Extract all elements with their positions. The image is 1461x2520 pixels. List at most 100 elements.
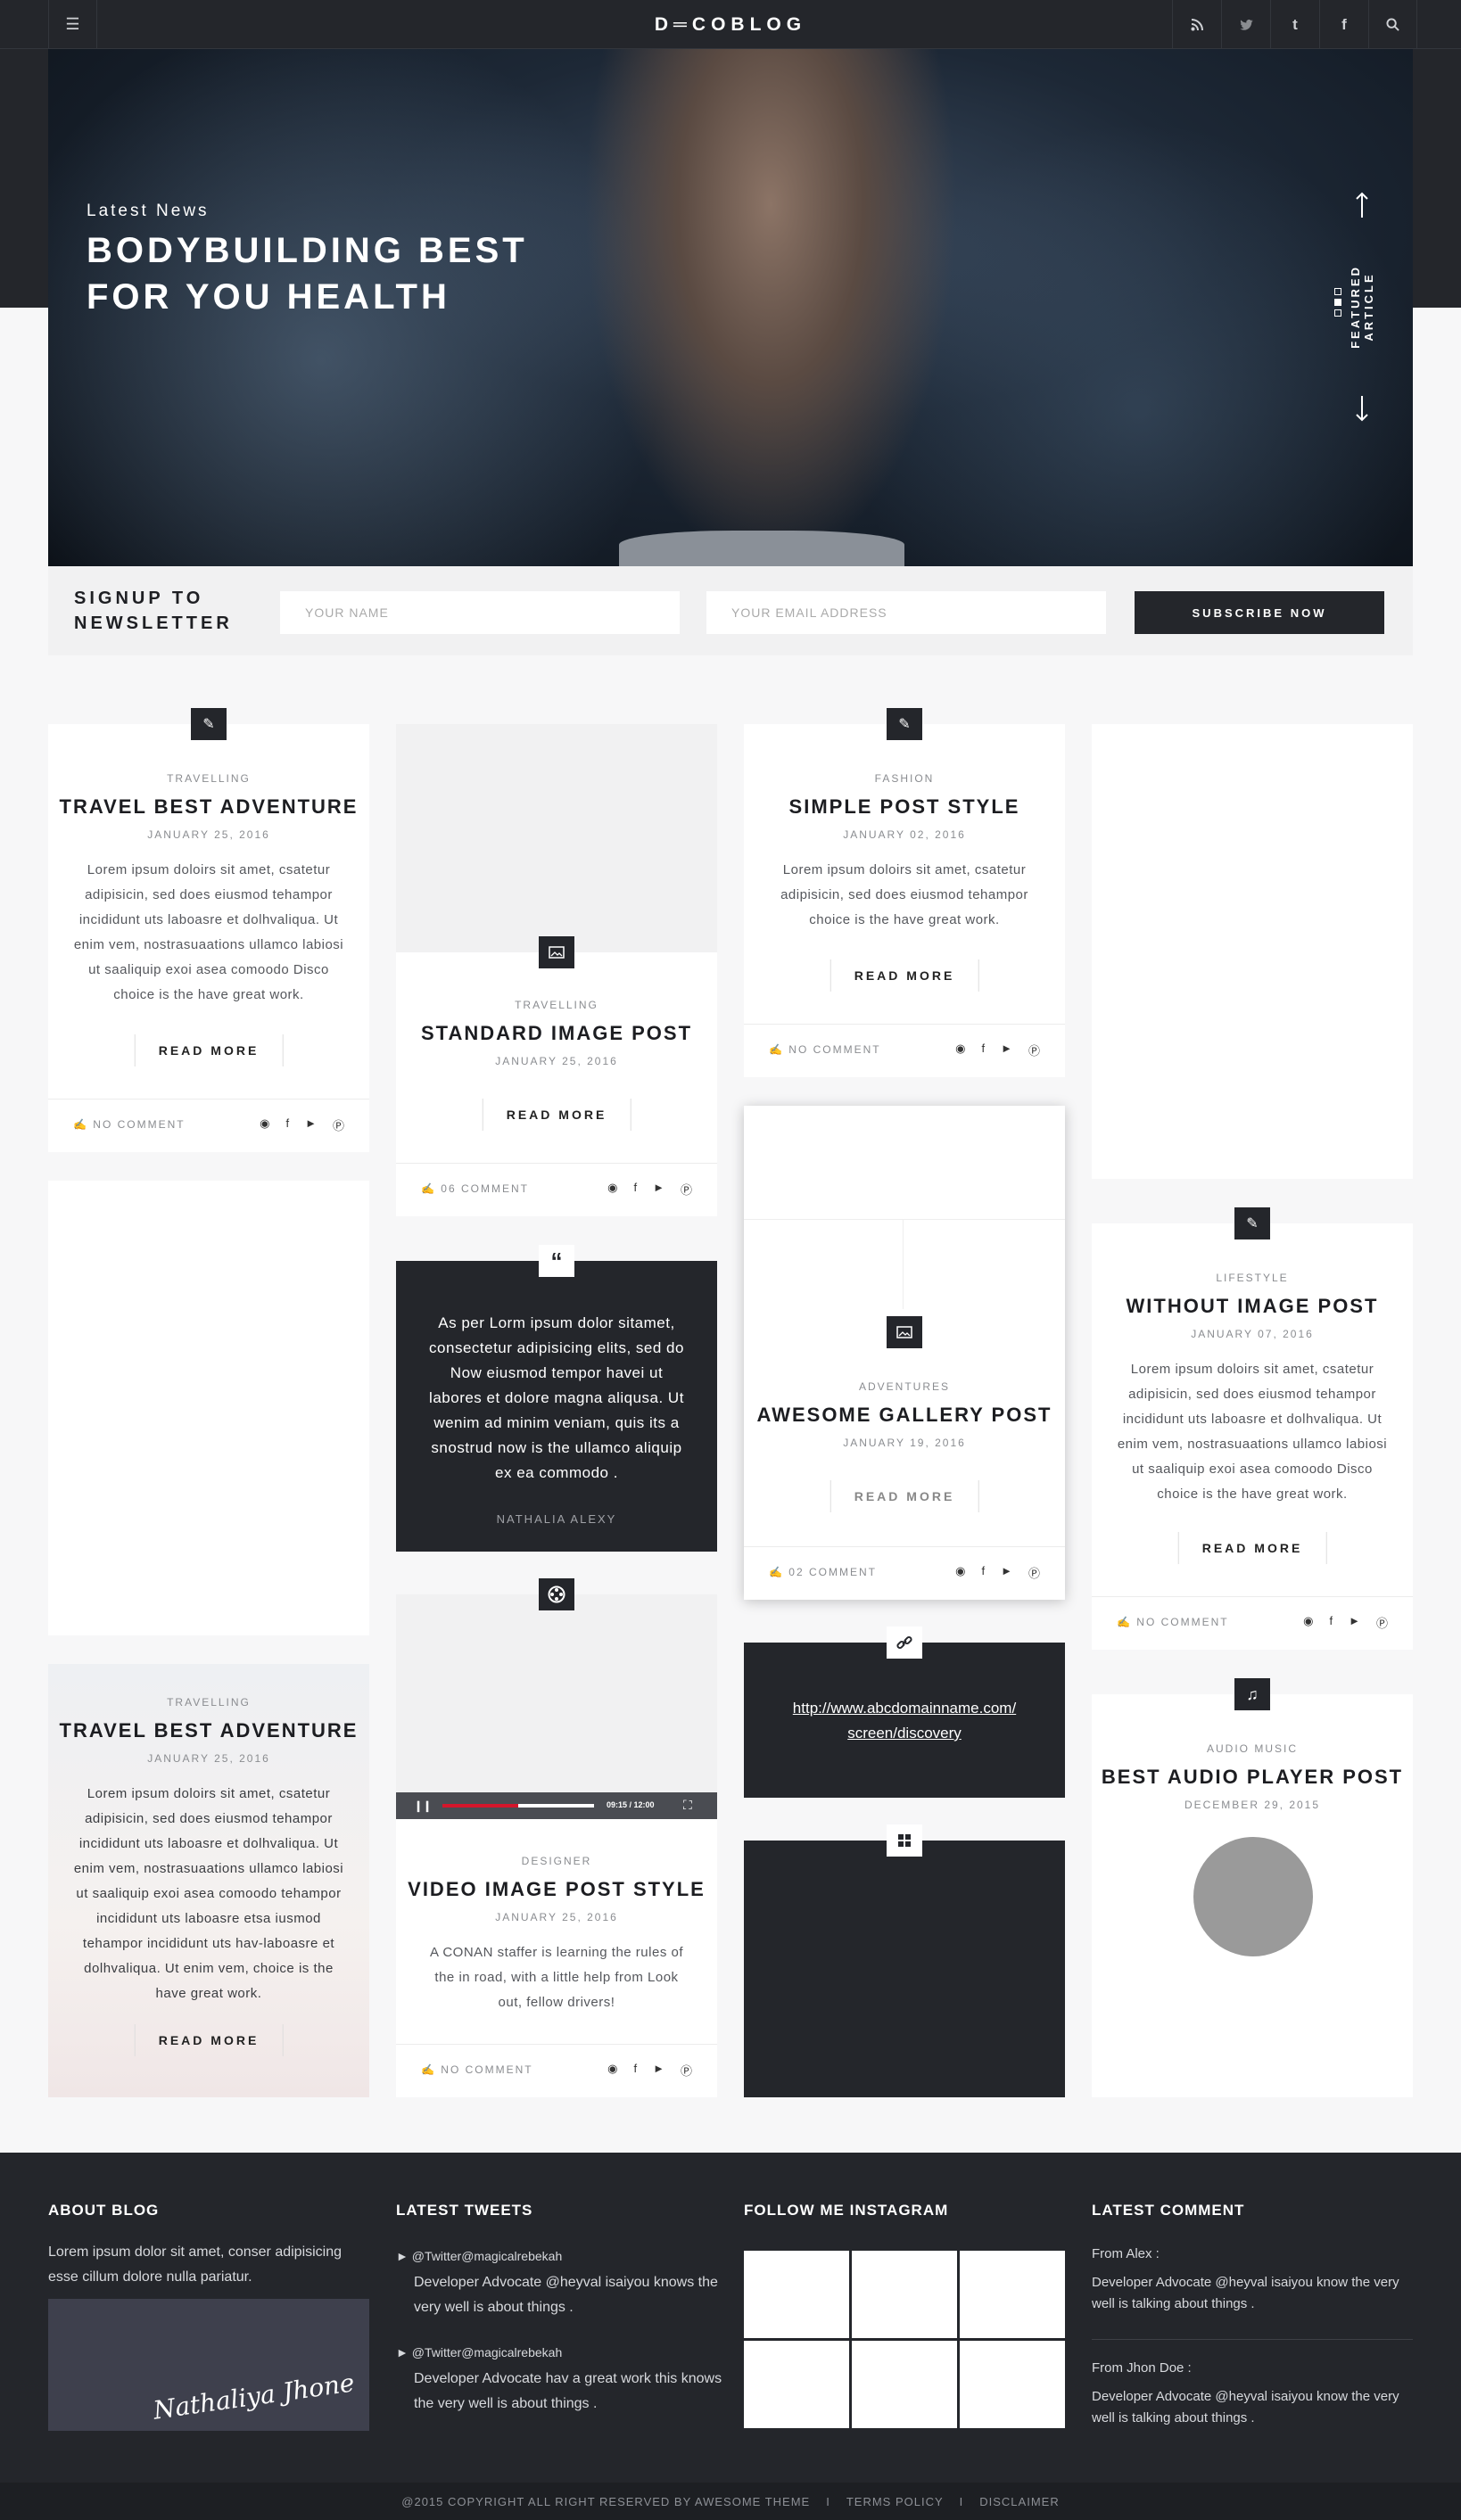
- read-more-button[interactable]: READ MORE: [830, 959, 979, 992]
- post-title[interactable]: BEST AUDIO PLAYER POST: [1092, 1766, 1413, 1789]
- twitter-icon[interactable]: ►: [653, 1181, 664, 1198]
- post-title[interactable]: TRAVEL BEST ADVENTURE: [48, 1719, 369, 1742]
- video-progress-track[interactable]: [442, 1804, 594, 1808]
- post-title[interactable]: SIMPLE POST STYLE: [744, 795, 1065, 819]
- post-category[interactable]: DESIGNER: [396, 1855, 717, 1867]
- twitter-icon[interactable]: ►: [305, 1116, 317, 1133]
- twitter-icon[interactable]: ►: [1001, 1564, 1012, 1581]
- instagram-photo[interactable]: [960, 2251, 1065, 2338]
- post-title[interactable]: AWESOME GALLERY POST: [744, 1404, 1065, 1427]
- rss-icon[interactable]: [1172, 0, 1221, 49]
- twitter-icon[interactable]: ►: [653, 2062, 664, 2079]
- comment-count[interactable]: ✍ NO COMMENT: [1117, 1616, 1229, 1628]
- dribbble-icon[interactable]: ◉: [1303, 1614, 1313, 1631]
- post-title[interactable]: TRAVEL BEST ADVENTURE: [48, 795, 369, 819]
- pinterest-icon[interactable]: Ⓟ: [1028, 1564, 1040, 1581]
- slide-dot[interactable]: [1334, 288, 1341, 295]
- instagram-photo[interactable]: [744, 2251, 849, 2338]
- dribbble-icon[interactable]: ◉: [955, 1042, 965, 1058]
- slide-dot[interactable]: [1334, 309, 1341, 317]
- comment-author[interactable]: From Jhon Doe :: [1092, 2356, 1192, 2381]
- instagram-photo[interactable]: [744, 2341, 849, 2428]
- pinterest-icon[interactable]: Ⓟ: [1028, 1042, 1040, 1058]
- comment-count[interactable]: ✍ NO COMMENT: [769, 1043, 881, 1056]
- tweets-title: LATEST TWEETS: [396, 2202, 533, 2219]
- image-icon: [887, 1316, 922, 1348]
- facebook-icon[interactable]: f: [1329, 1614, 1333, 1631]
- pinterest-icon[interactable]: Ⓟ: [681, 2062, 692, 2079]
- comment-count[interactable]: ✍ 06 COMMENT: [421, 1182, 529, 1195]
- image-placeholder-card[interactable]: [48, 1181, 369, 1635]
- dribbble-icon[interactable]: ◉: [260, 1116, 269, 1133]
- dribbble-icon[interactable]: ◉: [607, 2062, 617, 2079]
- twitter-icon[interactable]: ►: [1001, 1042, 1012, 1058]
- post-link[interactable]: http://www.abcdomainname.com/ screen/dis…: [744, 1696, 1065, 1746]
- pinterest-icon[interactable]: Ⓟ: [1376, 1614, 1388, 1631]
- post-category[interactable]: TRAVELLING: [48, 772, 369, 785]
- comment-count[interactable]: ✍ NO COMMENT: [421, 2063, 533, 2076]
- dribbble-icon[interactable]: ◉: [607, 1181, 617, 1198]
- audio-player-disc[interactable]: [1193, 1837, 1313, 1956]
- terms-link[interactable]: TERMS POLICY: [846, 2495, 944, 2508]
- facebook-icon[interactable]: f: [285, 1116, 289, 1133]
- post-date: JANUARY 25, 2016: [495, 1055, 618, 1067]
- gallery-post-card: ADVENTURES AWESOME GALLERY POST JANUARY …: [744, 1106, 1065, 1600]
- tweet-handle[interactable]: ► @Twitter@magicalrebekah: [396, 2249, 562, 2263]
- post-category[interactable]: FASHION: [744, 772, 1065, 785]
- twitter-icon: ►: [396, 2249, 412, 2263]
- comment-count[interactable]: ✍ 02 COMMENT: [769, 1566, 877, 1578]
- instagram-photo[interactable]: [960, 2341, 1065, 2428]
- facebook-icon[interactable]: f: [633, 1181, 637, 1198]
- post-image-placeholder[interactable]: [396, 724, 717, 952]
- pinterest-icon[interactable]: Ⓟ: [681, 1181, 692, 1198]
- facebook-icon[interactable]: f: [1319, 0, 1368, 49]
- search-icon[interactable]: [1368, 0, 1417, 49]
- arrow-up-icon[interactable]: [1356, 192, 1368, 218]
- post-title[interactable]: VIDEO IMAGE POST STYLE: [396, 1878, 717, 1901]
- subscribe-button[interactable]: SUBSCRIBE NOW: [1135, 591, 1384, 634]
- read-more-button[interactable]: READ MORE: [134, 1034, 284, 1066]
- tweet-handle[interactable]: ► @Twitter@magicalrebekah: [396, 2345, 562, 2359]
- tumblr-icon[interactable]: t: [1270, 0, 1319, 49]
- twitter-icon[interactable]: ►: [1349, 1614, 1360, 1631]
- read-more-button[interactable]: READ MORE: [134, 2024, 284, 2056]
- facebook-icon[interactable]: f: [633, 2062, 637, 2079]
- post-link-line2: screen/discovery: [847, 1725, 962, 1742]
- post-category[interactable]: LIFESTYLE: [1092, 1272, 1413, 1284]
- post-date: JANUARY 07, 2016: [1191, 1328, 1314, 1340]
- share-icons: ◉ f ► Ⓟ: [260, 1116, 344, 1133]
- comment-text: Developer Advocate @heyval isaiyou know …: [1092, 2389, 1399, 2425]
- arrow-down-icon[interactable]: [1356, 395, 1368, 422]
- post-category[interactable]: TRAVELLING: [396, 999, 717, 1011]
- facebook-icon[interactable]: f: [981, 1042, 985, 1058]
- video-placeholder[interactable]: [396, 1594, 717, 1792]
- slide-dot-active[interactable]: [1334, 299, 1341, 306]
- name-input[interactable]: YOUR NAME: [280, 591, 680, 634]
- disclaimer-link[interactable]: DISCLAIMER: [979, 2495, 1059, 2508]
- pinterest-icon[interactable]: Ⓟ: [333, 1116, 344, 1133]
- instagram-photo[interactable]: [852, 2341, 957, 2428]
- facebook-icon[interactable]: f: [981, 1564, 985, 1581]
- fullscreen-icon[interactable]: ⛶: [683, 1798, 692, 1813]
- twitter-icon[interactable]: [1221, 0, 1270, 49]
- gallery-thumb[interactable]: [744, 1106, 1065, 1220]
- post-category[interactable]: AUDIO MUSIC: [1092, 1742, 1413, 1755]
- tweet-handle-text: @Twitter@magicalrebekah: [411, 2249, 563, 2263]
- post-category[interactable]: ADVENTURES: [744, 1380, 1065, 1393]
- post-title[interactable]: STANDARD IMAGE POST: [396, 1022, 717, 1045]
- dribbble-icon[interactable]: ◉: [955, 1564, 965, 1581]
- email-input[interactable]: YOUR EMAIL ADDRESS: [706, 591, 1106, 634]
- post-title[interactable]: WITHOUT IMAGE POST: [1092, 1295, 1413, 1318]
- grid-post-card[interactable]: [744, 1824, 1065, 2097]
- instagram-photo[interactable]: [852, 2251, 957, 2338]
- comment-author[interactable]: From Alex :: [1092, 2242, 1160, 2267]
- image-placeholder-card[interactable]: [1092, 724, 1413, 1179]
- read-more-button[interactable]: READ MORE: [830, 1480, 979, 1512]
- comment-icon: ✍: [769, 1566, 789, 1578]
- post-category[interactable]: TRAVELLING: [48, 1696, 369, 1709]
- read-more-button[interactable]: READ MORE: [482, 1099, 631, 1131]
- read-more-button[interactable]: READ MORE: [1177, 1532, 1327, 1564]
- comment-count[interactable]: ✍ NO COMMENT: [73, 1118, 186, 1131]
- hero-title[interactable]: BODYBUILDING BEST FOR YOU HEALTH: [87, 227, 586, 320]
- pause-icon[interactable]: ❙❙: [414, 1799, 432, 1812]
